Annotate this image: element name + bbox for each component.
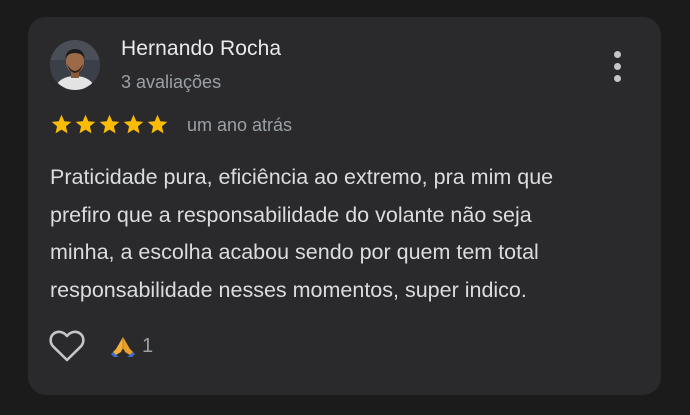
star-icon: [122, 113, 145, 137]
folded-hands-emoji: [111, 337, 135, 357]
more-vert-icon-dot: [614, 75, 621, 82]
star-icon: [50, 113, 73, 137]
more-options-button[interactable]: [604, 47, 630, 87]
author-name[interactable]: Hernando Rocha: [121, 37, 281, 61]
avatar[interactable]: [50, 40, 100, 90]
star-rating: [50, 113, 169, 137]
review-text-line: minha, a escolha acabou sendo por quem t…: [50, 240, 539, 264]
reaction-count: 1: [142, 334, 154, 357]
star-icon: [98, 113, 121, 137]
like-button[interactable]: [48, 329, 88, 365]
star-icon: [74, 113, 97, 137]
author-review-count: 3 avaliações: [121, 72, 222, 92]
review-text: Praticidade pura, eficiência ao extremo,…: [50, 159, 650, 309]
more-vert-icon-dot: [614, 63, 621, 70]
review-text-line: responsabilidade nesses momentos, super …: [50, 277, 527, 302]
review-time: um ano atrás: [187, 115, 293, 135]
review-text-line: Praticidade pura, eficiência ao extremo,…: [50, 165, 554, 189]
review-card: Hernando Rocha 3 avaliações um ano atrás…: [28, 17, 661, 395]
reaction-chip[interactable]: 1: [110, 331, 153, 361]
heart-outline-icon: [49, 330, 85, 362]
star-icon: [146, 113, 169, 137]
more-vert-icon: [614, 51, 621, 58]
review-text-line: prefiro que a responsabilidade do volant…: [50, 202, 532, 227]
